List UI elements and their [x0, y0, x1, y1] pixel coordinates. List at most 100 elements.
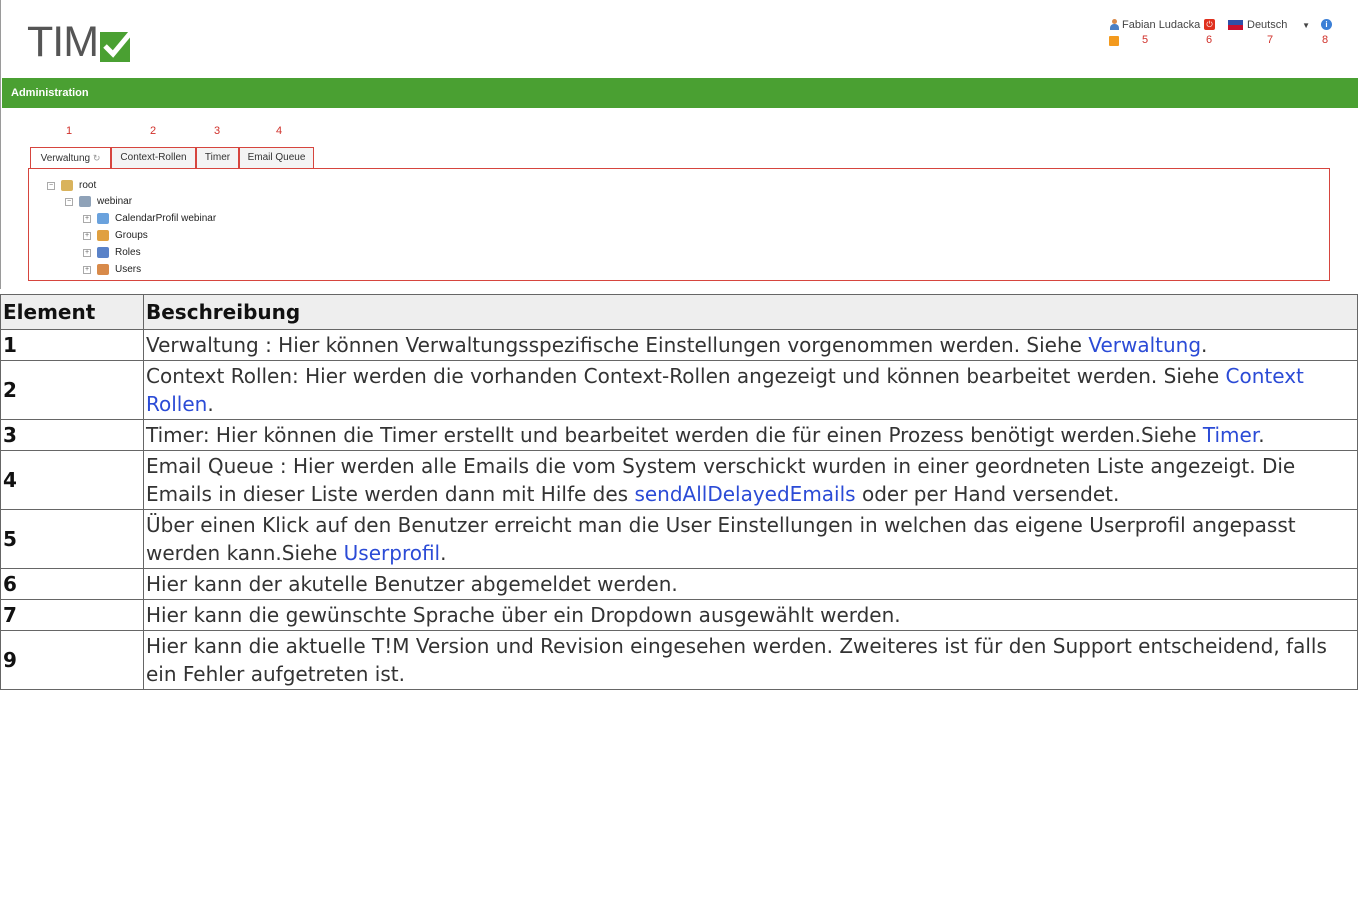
user-name: Fabian Ludacka	[1122, 19, 1201, 31]
screenshot-panel: TIM Fabian Ludacka ⏻ Deutsch ▼ i 5 6 7 8…	[0, 0, 1358, 289]
marker-3: 3	[214, 125, 221, 137]
refresh-icon: ↻	[92, 153, 101, 163]
marker-2: 2	[150, 125, 157, 137]
roles-icon	[97, 247, 109, 258]
collapse-icon[interactable]: −	[47, 181, 55, 190]
table-row: 1 Verwaltung : Hier können Verwaltungsspe…	[0, 329, 1358, 361]
description-link[interactable]: sendAllDelayedEmails	[634, 482, 855, 506]
tab-label: Email Queue	[247, 152, 306, 163]
logo-text: TIM	[27, 18, 99, 66]
description-link[interactable]: Userprofil	[344, 541, 440, 565]
element-number: 7	[0, 599, 144, 631]
description-suffix: .	[1258, 423, 1265, 447]
tree-node-roles[interactable]: + Roles	[83, 247, 141, 258]
description-text: Context Rollen: Hier werden die vorhande…	[146, 364, 1226, 388]
tree-node-root[interactable]: − root	[47, 180, 96, 191]
table-row: 7 Hier kann die gewünschte Sprache über e…	[0, 599, 1358, 631]
tab-label: Context-Rollen	[120, 152, 187, 163]
building-icon	[79, 196, 91, 207]
description-cell: Hier kann die aktuelle T!M Version und R…	[143, 630, 1358, 690]
logo-check-icon	[100, 28, 135, 62]
description-text: Timer: Hier können die Timer erstellt un…	[146, 423, 1203, 447]
tree-node-groups[interactable]: + Groups	[83, 230, 148, 241]
element-number: 5	[0, 509, 144, 569]
marker-8: 8	[1322, 34, 1329, 46]
description-text: Hier kann der akutelle Benutzer abgemeld…	[146, 572, 678, 596]
description-suffix: .	[1201, 333, 1208, 357]
marker-7: 7	[1267, 34, 1274, 46]
language-select[interactable]: Deutsch ▼	[1228, 19, 1310, 31]
tree-node-users[interactable]: + Users	[83, 264, 141, 275]
tim-logo: TIM	[27, 21, 136, 64]
info-icon: i	[1321, 19, 1332, 30]
description-text: Hier kann die aktuelle T!M Version und R…	[146, 634, 1327, 686]
column-header-beschreibung: Beschreibung	[143, 294, 1358, 330]
description-cell: Timer: Hier können die Timer erstellt un…	[143, 419, 1358, 451]
home-icon	[61, 180, 73, 191]
tab-timer[interactable]: Timer	[196, 147, 239, 169]
description-link[interactable]: Timer	[1203, 423, 1258, 447]
tree-node-calendarprofil[interactable]: + CalendarProfil webinar	[83, 213, 216, 224]
tab-label: Verwaltung	[40, 153, 91, 164]
chevron-down-icon: ▼	[1302, 20, 1310, 30]
group-icon	[97, 230, 109, 241]
rss-icon	[1109, 36, 1119, 46]
expand-icon[interactable]: +	[83, 214, 91, 223]
column-header-element: Element	[0, 294, 144, 330]
element-number: 9	[0, 630, 144, 690]
collapse-icon[interactable]: −	[65, 197, 73, 206]
expand-icon[interactable]: +	[83, 231, 91, 240]
description-cell: Über einen Klick auf den Benutzer erreic…	[143, 509, 1358, 569]
table-row: 5 Über einen Klick auf den Benutzer errei…	[0, 509, 1358, 569]
tree-label: CalendarProfil webinar	[115, 213, 217, 224]
description-suffix: .	[207, 392, 214, 416]
element-number: 1	[0, 329, 144, 361]
calendar-icon	[97, 213, 109, 224]
tab-context-rollen[interactable]: Context-Rollen	[111, 147, 196, 169]
tab-email-queue[interactable]: Email Queue	[239, 147, 314, 169]
administration-bar: Administration	[2, 78, 1358, 108]
tree-label: Users	[115, 264, 142, 275]
logout-button[interactable]: ⏻	[1204, 19, 1215, 30]
table-header-row: Element Beschreibung	[0, 294, 1358, 330]
element-number: 6	[0, 568, 144, 600]
description-text: Verwaltung : Hier können Verwaltungsspez…	[146, 333, 1089, 357]
description-cell: Hier kann der akutelle Benutzer abgemeld…	[143, 568, 1358, 600]
language-value: Deutsch	[1247, 19, 1288, 31]
expand-icon[interactable]: +	[83, 265, 91, 274]
tree-node-webinar[interactable]: − webinar	[65, 196, 132, 207]
user-icon	[1109, 19, 1120, 31]
element-number: 2	[0, 360, 144, 420]
description-cell: Email Queue : Hier werden alle Emails di…	[143, 450, 1358, 510]
table-row: 6 Hier kann der akutelle Benutzer abgemel…	[0, 568, 1358, 600]
table-row: 2 Context Rollen: Hier werden die vorhand…	[0, 360, 1358, 420]
info-button[interactable]: i	[1321, 19, 1332, 30]
tree-label: webinar	[97, 196, 133, 207]
flag-icon	[1228, 20, 1243, 30]
table-body: 1 Verwaltung : Hier können Verwaltungsspe…	[0, 329, 1358, 690]
element-number: 3	[0, 419, 144, 451]
tab-verwaltung[interactable]: Verwaltung ↻	[30, 147, 111, 169]
description-text: Über einen Klick auf den Benutzer erreic…	[146, 513, 1296, 565]
tree-label: Groups	[115, 230, 148, 241]
description-suffix: .	[440, 541, 447, 565]
description-text: Hier kann die gewünschte Sprache über ei…	[146, 603, 901, 627]
tree-label: root	[79, 180, 97, 191]
tab-label: Timer	[204, 152, 231, 163]
description-table: Element Beschreibung 1 Verwaltung : Hier …	[0, 294, 1358, 690]
table-row: 4 Email Queue : Hier werden alle Emails d…	[0, 450, 1358, 510]
marker-4: 4	[276, 125, 283, 137]
description-suffix: oder per Hand versendet.	[855, 482, 1120, 506]
description-cell: Context Rollen: Hier werden die vorhande…	[143, 360, 1358, 420]
tab-content-panel	[28, 168, 1330, 281]
description-cell: Hier kann die gewünschte Sprache über ei…	[143, 599, 1358, 631]
user-link[interactable]: Fabian Ludacka	[1109, 19, 1200, 31]
marker-1: 1	[66, 125, 73, 137]
rss-button[interactable]	[1109, 36, 1119, 46]
expand-icon[interactable]: +	[83, 248, 91, 257]
table-row: 9 Hier kann die aktuelle T!M Version und …	[0, 630, 1358, 690]
power-icon: ⏻	[1204, 19, 1215, 30]
description-link[interactable]: Verwaltung	[1088, 333, 1201, 357]
marker-6: 6	[1206, 34, 1213, 46]
description-cell: Verwaltung : Hier können Verwaltungsspez…	[143, 329, 1358, 361]
